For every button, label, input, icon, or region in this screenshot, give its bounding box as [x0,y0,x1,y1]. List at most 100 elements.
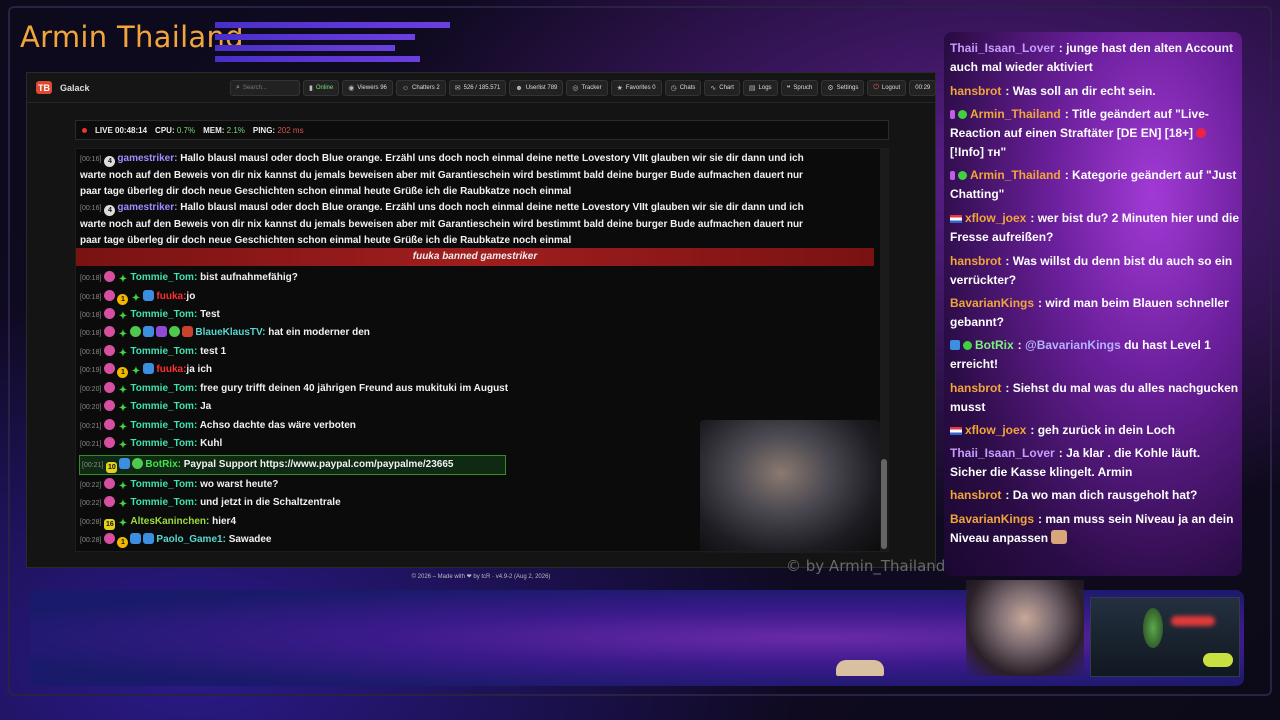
adult-icon [1196,128,1207,138]
badge-icon: 4 [104,205,116,216]
chat-scrollbar[interactable] [880,149,888,551]
status-bar: LIVE 00:48:14 CPU: 0.7% MEM: 2.1% PING: … [75,120,889,140]
sub-badge-icon [104,382,116,393]
stream-chat-panel: Thaii_Isaan_Lover: junge hast den alten … [944,32,1242,576]
ping-value: 202 ms [277,125,304,135]
chat-message: [00:18] ✦ Tommie_Tom: Test [80,308,220,322]
emote-icon [1051,530,1068,544]
chat-message: [00:16] 4 gamestriker: Hallo blausl mausl … [80,202,804,246]
room-camera [1090,597,1240,677]
users-icon: ☺ [401,84,410,92]
chat-message: [00:20] ✦ Tommie_Tom: Ja [80,400,212,414]
signal-icon: ▮ [309,85,313,92]
webcam-overlay [700,420,880,553]
side-chat-message: Thaii_Isaan_Lover: Ja klar . die Kohle l… [950,446,1201,479]
light-shape [1171,616,1215,626]
flag-icon [950,215,962,223]
sub-badge-icon [104,290,116,301]
verified-badge-icon: ✦ [118,422,128,433]
tracker-button[interactable]: ◎ Tracker [566,80,608,96]
side-chat-message: hansbrot: Da wo man dich rausgeholt hat? [950,488,1198,502]
mic-badge-icon [156,326,168,337]
chart-button[interactable]: ∿ Chart [704,80,740,96]
verified-icon [963,341,972,350]
verified-badge-icon: ✦ [131,293,141,304]
app-name: Galack [60,82,90,93]
side-chat-message: BavarianKings: man muss sein Niveau ja a… [950,512,1234,545]
webcam-secondary [966,580,1084,676]
side-chat-message: BavarianKings: wird man beim Blauen schn… [950,296,1229,329]
viewers-button[interactable]: ◉ Viewers 96 [342,80,393,96]
user-icon: ☻ [515,84,523,92]
sub-badge-icon [104,478,116,489]
spruch-button[interactable]: ❝ Spruch [780,80,819,96]
verified-badge-icon: ✦ [118,518,128,529]
live-dot-icon [82,127,87,133]
level-badge-icon: 10 [106,462,118,473]
verified-badge-icon: ✦ [118,385,128,396]
chat-message: [00:16] 4 gamestriker: Hallo blausl mausl … [80,153,804,197]
top-toolbar: TB Galack ⌕ Search... ▮ Online ◉ Viewers 96… [27,73,937,103]
sub-badge-icon [104,419,116,430]
settings-button[interactable]: ⚙ Settings [821,80,865,96]
mod-badge-icon [143,363,155,374]
logout-icon: ⏻ [873,84,879,91]
target-icon: ◎ [572,85,579,92]
search-icon: ⌕ [236,84,240,91]
chat-message: [00:18] 1 ✦ fuuka:jo [80,290,196,305]
gold-badge-icon: 1 [117,537,129,548]
chat-message: [00:19] 1 ✦ fuuka:ja ich [80,363,212,378]
sub-badge-icon [104,345,116,356]
clock-icon: ◷ [670,85,677,92]
title-decoration [215,56,420,62]
title-decoration [215,22,450,28]
side-chat-message: BotRix: @BavarianKings du hast Level 1 e… [950,338,1211,371]
verified-badge-icon: ✦ [118,348,128,359]
messages-button[interactable]: ✉ 526 / 185.571 [448,80,507,96]
favorites-button[interactable]: ★ Favorites 0 [610,80,662,96]
verified-badge-icon: ✦ [118,329,128,340]
scroll-thumb[interactable] [881,459,887,549]
watermark: © by Armin_Thailand [786,557,946,575]
gold-badge-icon: 1 [117,367,129,378]
verified-badge-icon: ✦ [118,403,128,414]
bot-badge-icon [119,458,131,469]
chats-button[interactable]: ◷ Chats [664,80,702,96]
verified-badge-icon: ✦ [118,311,128,322]
side-chat-message: hansbrot: Was willst du denn bist du auc… [950,254,1233,287]
chatters-button[interactable]: ☺ Chatters 2 [395,80,446,96]
side-chat-message: hansbrot: Siehst du mal was du alles nac… [950,381,1239,414]
search-input[interactable]: ⌕ Search... [230,80,300,96]
sub-badge-icon [104,326,116,337]
verified-badge-icon [132,458,144,469]
sub-badge-icon [104,437,116,448]
bot-icon [950,340,960,350]
chat-message: [00:18] ✦ BlaueKlausTV: hat ein moderner d… [80,326,370,340]
verified-icon [958,110,967,119]
mention-link[interactable]: @BavarianKings [1025,338,1121,352]
mod-badge-icon [143,326,155,337]
sub-badge-icon [104,496,116,507]
userlist-button[interactable]: ☻ Userlist 789 [509,80,564,96]
decorative-shape [836,660,884,676]
sub-badge-icon [104,271,116,282]
cpu-value: 0.7% [176,125,196,135]
quote-icon: ❝ [786,85,791,92]
sub-badge-icon [104,400,116,411]
online-button[interactable]: ▮ Online [303,80,340,96]
mod-badge-icon [130,533,142,544]
eye-icon: ◉ [348,85,355,92]
logs-button[interactable]: ▤ Logs [742,80,778,96]
vip-badge-icon [130,326,142,337]
logs-icon: ▤ [748,85,756,92]
sub-badge-icon [104,533,116,544]
flag-icon [950,427,962,435]
verified-badge-icon: ✦ [118,499,128,510]
verified-badge-icon: ✦ [118,481,128,492]
side-chat-message: Armin_Thailand: Title geändert auf "Live… [950,107,1209,159]
logout-button[interactable]: ⏻ Logout [867,80,907,96]
chat-message: [00:18] ✦ Tommie_Tom: bist aufnahmefähig? [80,271,298,285]
avatar-badge-icon [182,326,194,337]
channel-title: Armin Thailand [20,20,244,54]
message-icon: ✉ [454,85,461,92]
